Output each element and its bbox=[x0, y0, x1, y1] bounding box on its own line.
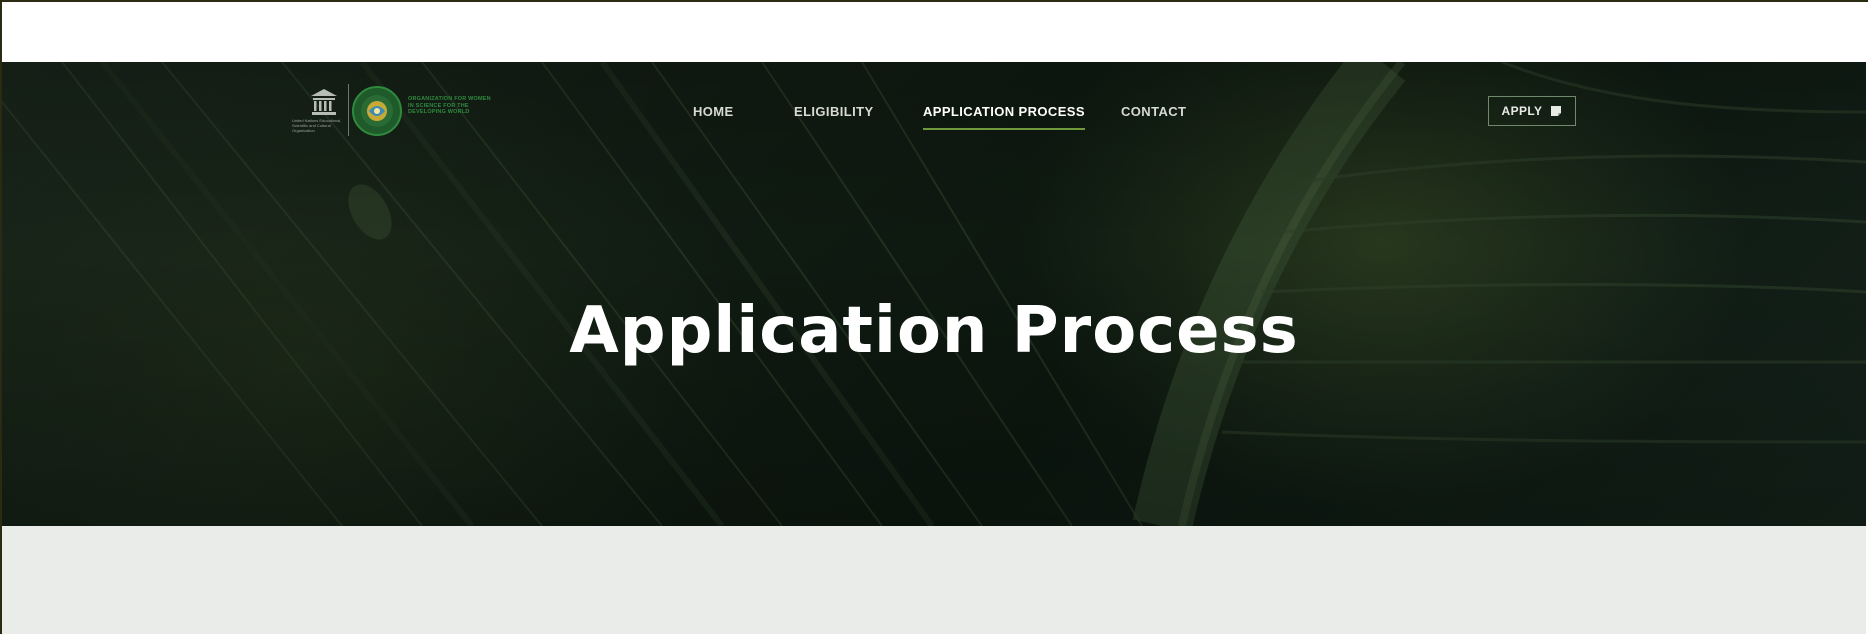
unesco-caption: United Nations Educational, Scientific a… bbox=[292, 118, 342, 133]
active-nav-underline bbox=[923, 128, 1085, 130]
partner-logos[interactable]: United Nations Educational, Scientific a… bbox=[292, 84, 492, 138]
content-section bbox=[2, 526, 1866, 634]
nav-contact[interactable]: CONTACT bbox=[1121, 104, 1186, 119]
nav-application-process[interactable]: APPLICATION PROCESS bbox=[923, 104, 1085, 130]
right-white-edge bbox=[1868, 0, 1872, 634]
unesco-logo: United Nations Educational, Scientific a… bbox=[292, 84, 342, 138]
page-title: Application Process bbox=[569, 294, 1299, 368]
top-white-strip bbox=[2, 2, 1868, 62]
document-icon bbox=[1551, 106, 1562, 116]
unesco-temple-icon bbox=[311, 89, 337, 115]
hero-banner: United Nations Educational, Scientific a… bbox=[2, 62, 1866, 526]
nav-eligibility[interactable]: ELIGIBILITY bbox=[794, 104, 874, 119]
nav-application-process-label: APPLICATION PROCESS bbox=[923, 104, 1085, 119]
logo-divider bbox=[348, 84, 349, 136]
owsd-seal-icon bbox=[352, 86, 402, 136]
apply-button-label: APPLY bbox=[1501, 104, 1543, 118]
owsd-caption: ORGANIZATION FOR WOMEN IN SCIENCE FOR TH… bbox=[408, 96, 491, 115]
main-navigation: United Nations Educational, Scientific a… bbox=[2, 62, 1866, 162]
nav-home[interactable]: HOME bbox=[693, 104, 734, 119]
apply-button[interactable]: APPLY bbox=[1488, 96, 1576, 126]
